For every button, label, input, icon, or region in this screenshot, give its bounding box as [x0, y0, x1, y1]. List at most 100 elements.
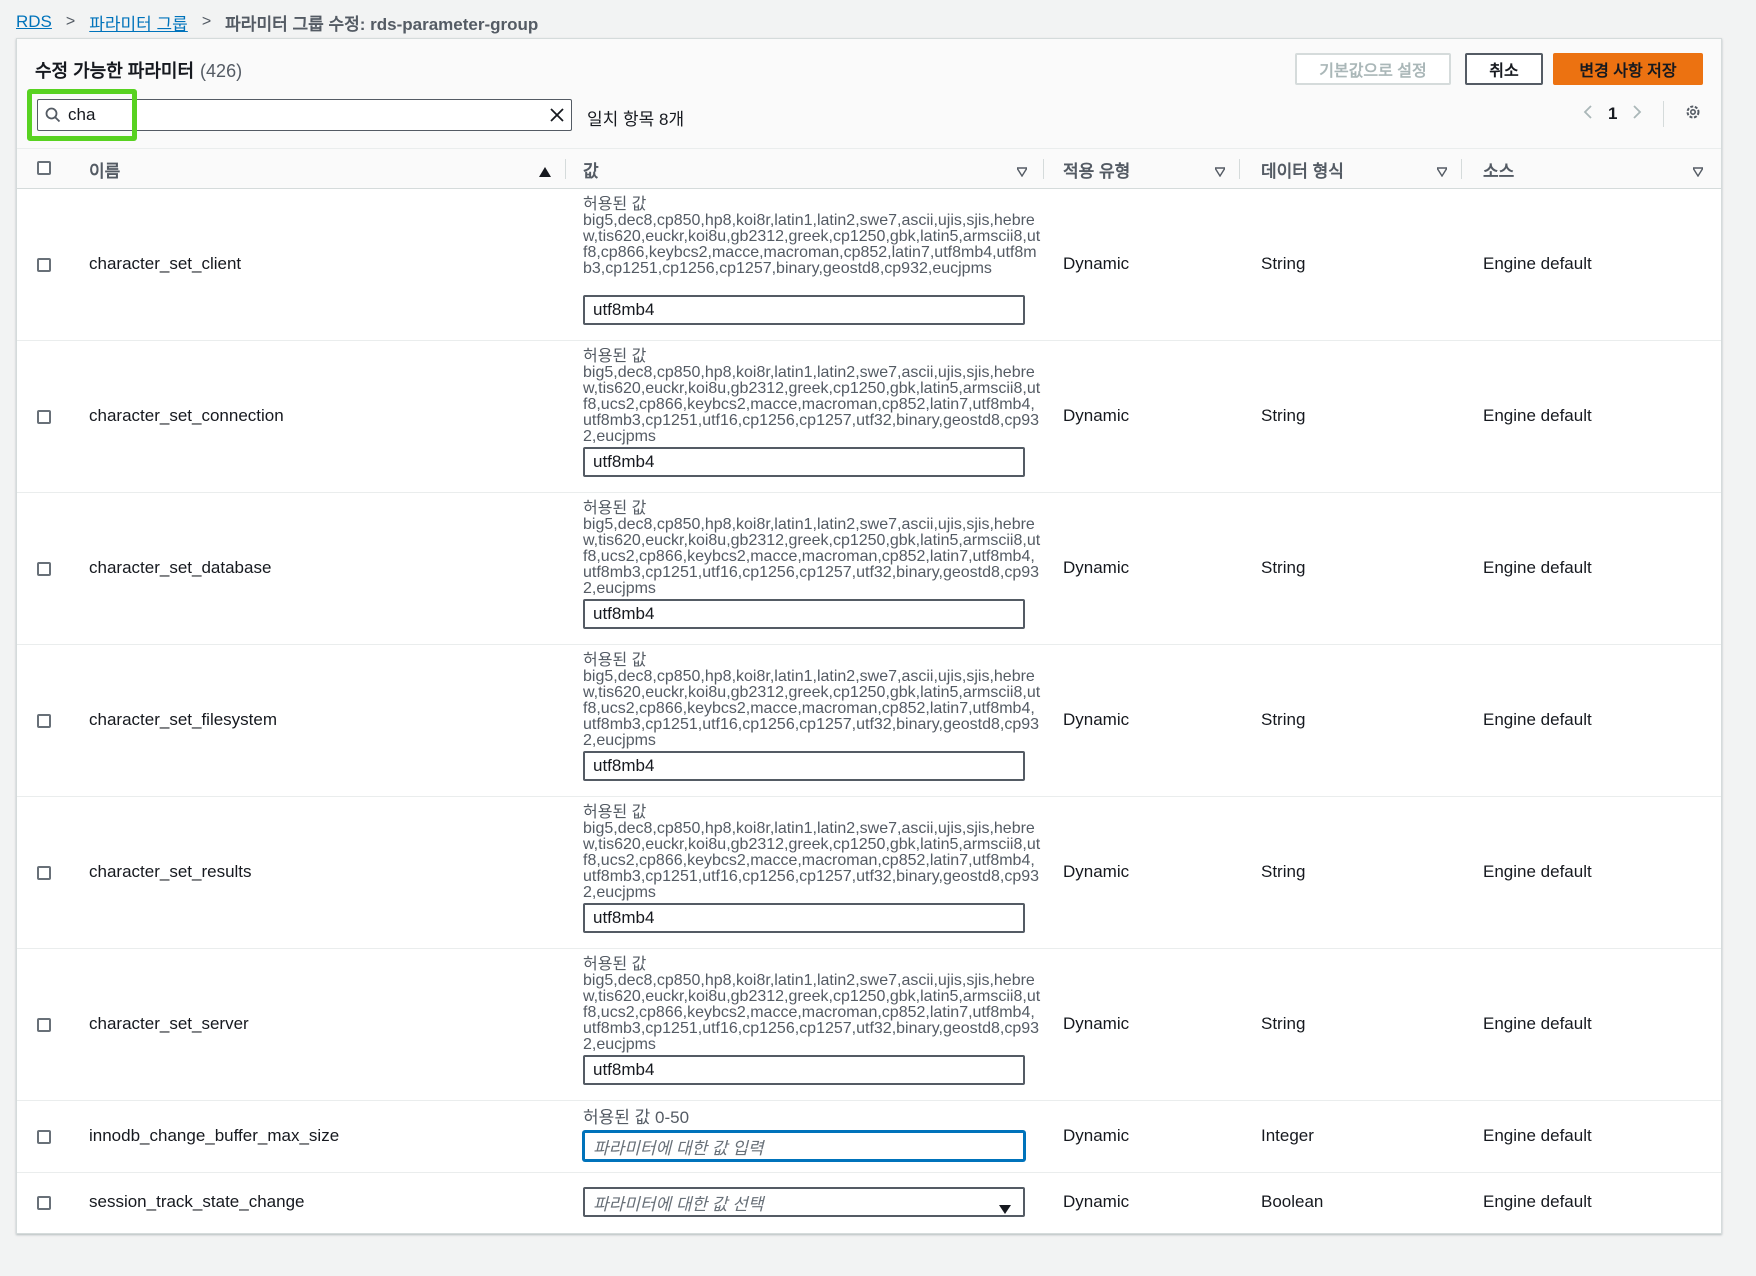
sort-ascending-icon[interactable] — [539, 164, 551, 182]
table-row: character_set_results 허용된 값 big5,dec8,cp… — [17, 797, 1721, 949]
breadcrumb-rds-link[interactable]: RDS — [16, 12, 52, 32]
allowed-values-list: big5,dec8,cp850,hp8,koi8r,latin1,latin2,… — [583, 972, 1041, 1053]
apply-type: Dynamic — [1063, 254, 1130, 273]
table-row: session_track_state_change 파라미터에 대한 값 선택… — [17, 1173, 1721, 1233]
allowed-values-label: 허용된 값 — [583, 804, 647, 821]
chevron-right-icon: > — [201, 13, 212, 30]
row-checkbox[interactable] — [37, 1130, 51, 1144]
match-count: 일치 항목 8개 — [587, 110, 685, 129]
search-box — [37, 99, 572, 131]
apply-type: Dynamic — [1063, 862, 1130, 881]
breadcrumb-parameter-groups-link[interactable]: 파라미터 그룹 — [89, 10, 188, 35]
column-value-header[interactable]: 값 — [583, 149, 599, 189]
parameter-name: character_set_connection — [89, 406, 284, 425]
parameter-value-input[interactable]: utf8mb4 — [583, 1055, 1025, 1085]
parameter-value-input[interactable]: utf8mb4 — [583, 903, 1025, 933]
row-checkbox[interactable] — [37, 1018, 51, 1032]
select-placeholder: 파라미터에 대한 값 선택 — [593, 1194, 764, 1214]
parameter-name: character_set_server — [89, 1014, 249, 1033]
table-row: character_set_server 허용된 값 big5,dec8,cp8… — [17, 949, 1721, 1101]
allowed-values-list: big5,dec8,cp850,hp8,koi8r,latin1,latin2,… — [583, 668, 1041, 749]
table-row: character_set_connection 허용된 값 big5,dec8… — [17, 341, 1721, 493]
parameter-value-input[interactable]: utf8mb4 — [583, 599, 1025, 629]
data-type: String — [1261, 710, 1306, 729]
search-input[interactable] — [68, 100, 543, 130]
data-type: Boolean — [1261, 1192, 1324, 1211]
current-page[interactable]: 1 — [1608, 104, 1617, 124]
cancel-button[interactable]: 취소 — [1465, 53, 1543, 85]
row-checkbox[interactable] — [37, 562, 51, 576]
parameter-name: session_track_state_change — [89, 1192, 305, 1211]
column-data-type-header[interactable]: 데이터 형식 — [1261, 149, 1344, 189]
panel-title-text: 수정 가능한 파라미터 — [35, 61, 195, 81]
pagination: 1 — [1582, 97, 1702, 131]
allowed-values-list: big5,dec8,cp850,hp8,koi8r,latin1,latin2,… — [583, 820, 1041, 901]
row-checkbox[interactable] — [37, 410, 51, 424]
next-page-icon[interactable] — [1631, 104, 1643, 125]
apply-type: Dynamic — [1063, 558, 1130, 577]
table-header: 이름 값 적용 유형 데이터 형식 소스 — [17, 149, 1721, 189]
allowed-values-label: 허용된 값 — [583, 652, 647, 669]
allowed-values: 허용된 값 big5,dec8,cp850,hp8,koi8r,latin1,l… — [583, 957, 1043, 1053]
parameter-value-input[interactable]: utf8mb4 — [583, 447, 1025, 477]
data-type: Integer — [1261, 1126, 1314, 1145]
source: Engine default — [1483, 710, 1592, 729]
allowed-values-label: 허용된 값 — [583, 956, 647, 973]
caret-down-icon — [999, 1199, 1011, 1219]
breadcrumb: RDS > 파라미터 그룹 > 파라미터 그룹 수정: rds-paramete… — [16, 8, 538, 36]
source: Engine default — [1483, 406, 1592, 425]
allowed-values-list: big5,dec8,cp850,hp8,koi8r,latin1,latin2,… — [583, 364, 1041, 445]
pager-divider — [1663, 101, 1665, 127]
source: Engine default — [1483, 1014, 1592, 1033]
allowed-values: 허용된 값 big5,dec8,cp850,hp8,koi8r,latin1,l… — [583, 197, 1043, 277]
parameter-value-input[interactable]: utf8mb4 — [583, 751, 1025, 781]
parameter-value-input[interactable]: 파라미터에 대한 값 입력 — [583, 1131, 1025, 1161]
panel-title: 수정 가능한 파라미터 (426) — [35, 57, 242, 83]
sort-icon[interactable] — [1435, 164, 1449, 182]
allowed-values-label: 허용된 값 — [583, 348, 647, 365]
source: Engine default — [1483, 558, 1592, 577]
table-row: character_set_filesystem 허용된 값 big5,dec8… — [17, 645, 1721, 797]
parameter-value-select[interactable]: 파라미터에 대한 값 선택 — [583, 1187, 1025, 1217]
data-type: String — [1261, 558, 1306, 577]
row-checkbox[interactable] — [37, 1196, 51, 1210]
sort-icon[interactable] — [1691, 164, 1705, 182]
allowed-values-label: 허용된 값 — [583, 196, 647, 213]
reset-to-default-button[interactable]: 기본값으로 설정 — [1295, 53, 1451, 85]
data-type: String — [1261, 862, 1306, 881]
allowed-values: 허용된 값 big5,dec8,cp850,hp8,koi8r,latin1,l… — [583, 805, 1043, 901]
row-checkbox[interactable] — [37, 866, 51, 880]
panel-header: 수정 가능한 파라미터(426) 기본값으로 설정 취소 변경 사항 저장 일치… — [17, 39, 1721, 149]
allowed-values: 허용된 값 big5,dec8,cp850,hp8,koi8r,latin1,l… — [583, 653, 1043, 749]
allowed-values-list: big5,dec8,cp850,hp8,koi8r,latin1,latin2,… — [583, 516, 1041, 597]
data-type: String — [1261, 406, 1306, 425]
row-checkbox[interactable] — [37, 714, 51, 728]
column-source-header[interactable]: 소스 — [1483, 149, 1514, 189]
source: Engine default — [1483, 254, 1592, 273]
sort-icon[interactable] — [1213, 164, 1227, 182]
allowed-values-list: big5,dec8,cp850,hp8,koi8r,latin1,latin2,… — [583, 212, 1041, 277]
parameter-name: character_set_database — [89, 558, 272, 577]
sort-icon[interactable] — [1015, 164, 1029, 182]
previous-page-icon[interactable] — [1582, 104, 1594, 125]
apply-type: Dynamic — [1063, 710, 1130, 729]
allowed-values-label: 허용된 값 — [583, 500, 647, 517]
settings-gear-icon[interactable] — [1684, 103, 1702, 126]
allowed-values: 허용된 값 big5,dec8,cp850,hp8,koi8r,latin1,l… — [583, 501, 1043, 597]
parameter-value-input[interactable]: utf8mb4 — [583, 295, 1025, 325]
parameter-name: character_set_filesystem — [89, 710, 278, 729]
row-checkbox[interactable] — [37, 258, 51, 272]
column-name-header[interactable]: 이름 — [89, 149, 120, 189]
table-row: character_set_database 허용된 값 big5,dec8,c… — [17, 493, 1721, 645]
save-changes-button[interactable]: 변경 사항 저장 — [1553, 53, 1703, 85]
parameter-name: innodb_change_buffer_max_size — [89, 1126, 340, 1145]
data-type: String — [1261, 254, 1306, 273]
table-row: character_set_client 허용된 값 big5,dec8,cp8… — [17, 189, 1721, 341]
data-type: String — [1261, 1014, 1306, 1033]
clear-search-icon[interactable] — [543, 107, 571, 123]
source: Engine default — [1483, 862, 1592, 881]
column-apply-type-header[interactable]: 적용 유형 — [1063, 149, 1130, 189]
allowed-values-range: 허용된 값 0-50 — [583, 1108, 690, 1127]
select-all-checkbox[interactable] — [37, 161, 51, 175]
allowed-values: 허용된 값 big5,dec8,cp850,hp8,koi8r,latin1,l… — [583, 349, 1043, 445]
